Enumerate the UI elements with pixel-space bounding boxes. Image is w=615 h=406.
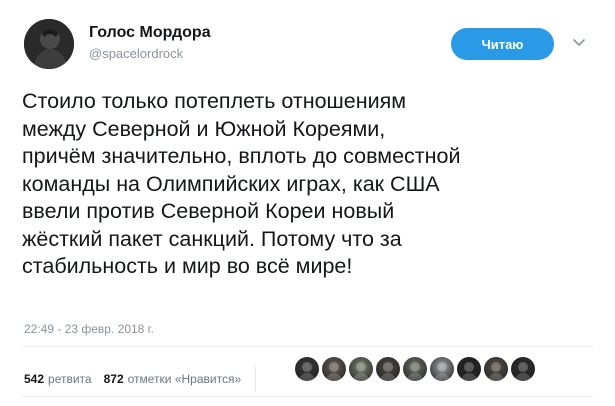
tweet-text: Стоило только потеплеть отношениям между… (22, 89, 461, 278)
liker-avatar[interactable] (322, 357, 346, 381)
avatar-image-icon (24, 19, 74, 69)
avatar-icon (514, 362, 532, 381)
liker-avatar[interactable] (511, 357, 535, 381)
divider (22, 396, 593, 397)
avatar-icon (460, 362, 478, 381)
liker-avatar[interactable] (376, 357, 400, 381)
author-display-name[interactable]: Голос Мордора (89, 24, 211, 42)
liker-avatar[interactable] (430, 357, 454, 381)
likers-avatars (295, 357, 538, 381)
avatar-icon (298, 362, 316, 381)
retweets-label[interactable]: ретвита (48, 372, 92, 386)
likes-label[interactable]: отметки «Нравится» (128, 372, 242, 386)
follow-button[interactable]: Читаю (451, 28, 554, 60)
likes-count[interactable]: 872 (104, 372, 124, 386)
avatar-icon (487, 362, 505, 381)
avatar-icon (433, 362, 451, 381)
divider (22, 346, 593, 347)
avatar-icon (406, 362, 424, 381)
liker-avatar[interactable] (484, 357, 508, 381)
avatar-icon (379, 362, 397, 381)
stats-separator (255, 366, 257, 392)
liker-avatar[interactable] (403, 357, 427, 381)
avatar-icon (352, 362, 370, 381)
tweet-timestamp[interactable]: 22:49 - 23 февр. 2018 г. (24, 322, 154, 336)
author-handle[interactable]: @spacelordrock (89, 46, 183, 61)
retweets-count[interactable]: 542 (24, 372, 44, 386)
liker-avatar[interactable] (349, 357, 373, 381)
avatar-icon (325, 362, 343, 381)
liker-avatar[interactable] (295, 357, 319, 381)
author-avatar[interactable] (24, 19, 74, 69)
liker-avatar[interactable] (457, 357, 481, 381)
tweet-stats: 542 ретвита 872 отметки «Нравится» (24, 366, 257, 392)
chevron-down-icon[interactable] (572, 36, 586, 50)
